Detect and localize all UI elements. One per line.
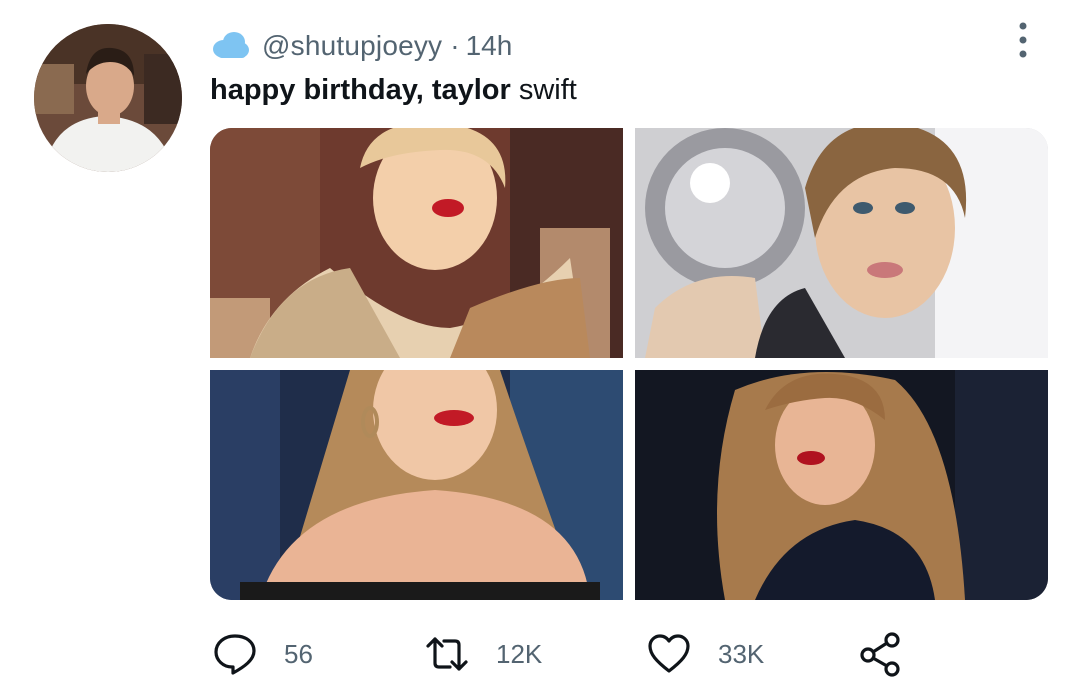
reply-icon bbox=[214, 634, 256, 675]
retweet-button[interactable]: 12K bbox=[424, 626, 542, 682]
timestamp[interactable]: 14h bbox=[466, 30, 513, 62]
retweet-count: 12K bbox=[496, 638, 543, 669]
tweet-actions: 56 12K 33K bbox=[210, 626, 1040, 682]
user-handle[interactable]: @shutupjoeyy bbox=[262, 30, 442, 62]
tweet-header: @shutupjoeyy · 14h bbox=[210, 26, 512, 66]
photo-3[interactable] bbox=[210, 370, 623, 600]
share-icon bbox=[860, 632, 900, 677]
media-grid bbox=[210, 128, 1048, 600]
share-button[interactable] bbox=[858, 626, 904, 682]
like-button[interactable]: 33K bbox=[646, 626, 764, 682]
tweet-text-rest: swift bbox=[510, 74, 577, 106]
avatar[interactable] bbox=[34, 24, 182, 172]
photo-1[interactable] bbox=[210, 128, 623, 358]
cloud-icon bbox=[213, 32, 249, 58]
separator-dot: · bbox=[450, 30, 460, 61]
retweet-icon bbox=[426, 637, 468, 671]
heart-icon bbox=[648, 634, 690, 673]
tweet-text: happy birthday, taylor swift bbox=[210, 72, 577, 108]
photo-2[interactable] bbox=[635, 128, 1048, 358]
reply-count: 56 bbox=[284, 638, 313, 669]
reply-button[interactable]: 56 bbox=[212, 626, 313, 682]
photo-4[interactable] bbox=[635, 370, 1048, 600]
more-vertical-icon bbox=[1019, 22, 1027, 58]
avatar-image bbox=[34, 24, 182, 172]
more-options-button[interactable] bbox=[1008, 18, 1038, 62]
tweet-text-bold: happy birthday, taylor bbox=[210, 74, 511, 106]
like-count: 33K bbox=[718, 638, 765, 669]
